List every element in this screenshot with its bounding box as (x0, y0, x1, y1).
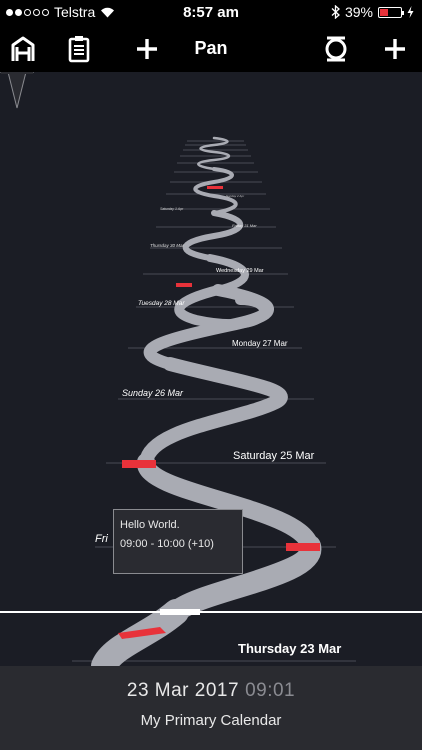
charging-icon (407, 6, 414, 18)
timeline-road (91, 136, 322, 666)
day-label-sat-1: Saturday 1 Apr (160, 207, 184, 211)
day-label-thu-23: Thursday 23 Mar (238, 641, 342, 656)
day-label-sun-2: Sunday 2 Apr (226, 194, 245, 198)
battery-icon (378, 6, 404, 18)
day-label-thu-30: Thursday 30 Mar (150, 243, 185, 248)
toolbar-title: Pan (194, 38, 228, 58)
toolbar: Pan (0, 26, 422, 72)
day-label-sun-26: Sunday 26 Mar (122, 388, 184, 398)
event-tooltip[interactable]: Hello World. 09:00 - 10:00 (+10) (113, 509, 243, 574)
current-date: 23 Mar 2017 (126, 680, 240, 701)
day-label-fri-24: Fri (95, 533, 108, 545)
day-label-fri-31: Friday 31 Mar (232, 223, 257, 228)
rotate-icon (325, 36, 347, 62)
calendar-name[interactable]: My Primary Calendar (0, 712, 422, 729)
day-label-sat-25: Saturday 25 Mar (233, 450, 315, 462)
status-bar: Telstra 8:57 am 39% (0, 0, 422, 26)
current-time-line (0, 609, 422, 615)
rotate-button[interactable] (319, 32, 353, 66)
current-date-display: 23 Mar 2017 09:01 (0, 680, 422, 702)
footer[interactable]: 23 Mar 2017 09:01 My Primary Calendar (0, 666, 422, 750)
day-label-wed-29: Wednesday 29 Mar (216, 268, 264, 274)
event-title: Hello World. (120, 519, 180, 531)
add-button-right[interactable] (378, 32, 412, 66)
current-time: 09:01 (245, 680, 296, 701)
day-label-mon-27: Monday 27 Mar (232, 339, 288, 348)
tooltip-pointer (0, 72, 34, 109)
day-guide-lines (72, 140, 356, 662)
bluetooth-icon (331, 5, 340, 19)
timeline-canvas[interactable]: Thursday 23 Mar Fri Saturday 25 Mar Sund… (0, 72, 422, 666)
day-label-tue-28: Tuesday 28 Mar (138, 300, 185, 307)
event-time: 09:00 - 10:00 (+10) (120, 538, 214, 550)
status-right: 39% (331, 4, 414, 20)
timeline-graphic (0, 136, 422, 666)
battery-percent: 39% (344, 4, 373, 20)
plus-icon (385, 39, 405, 59)
